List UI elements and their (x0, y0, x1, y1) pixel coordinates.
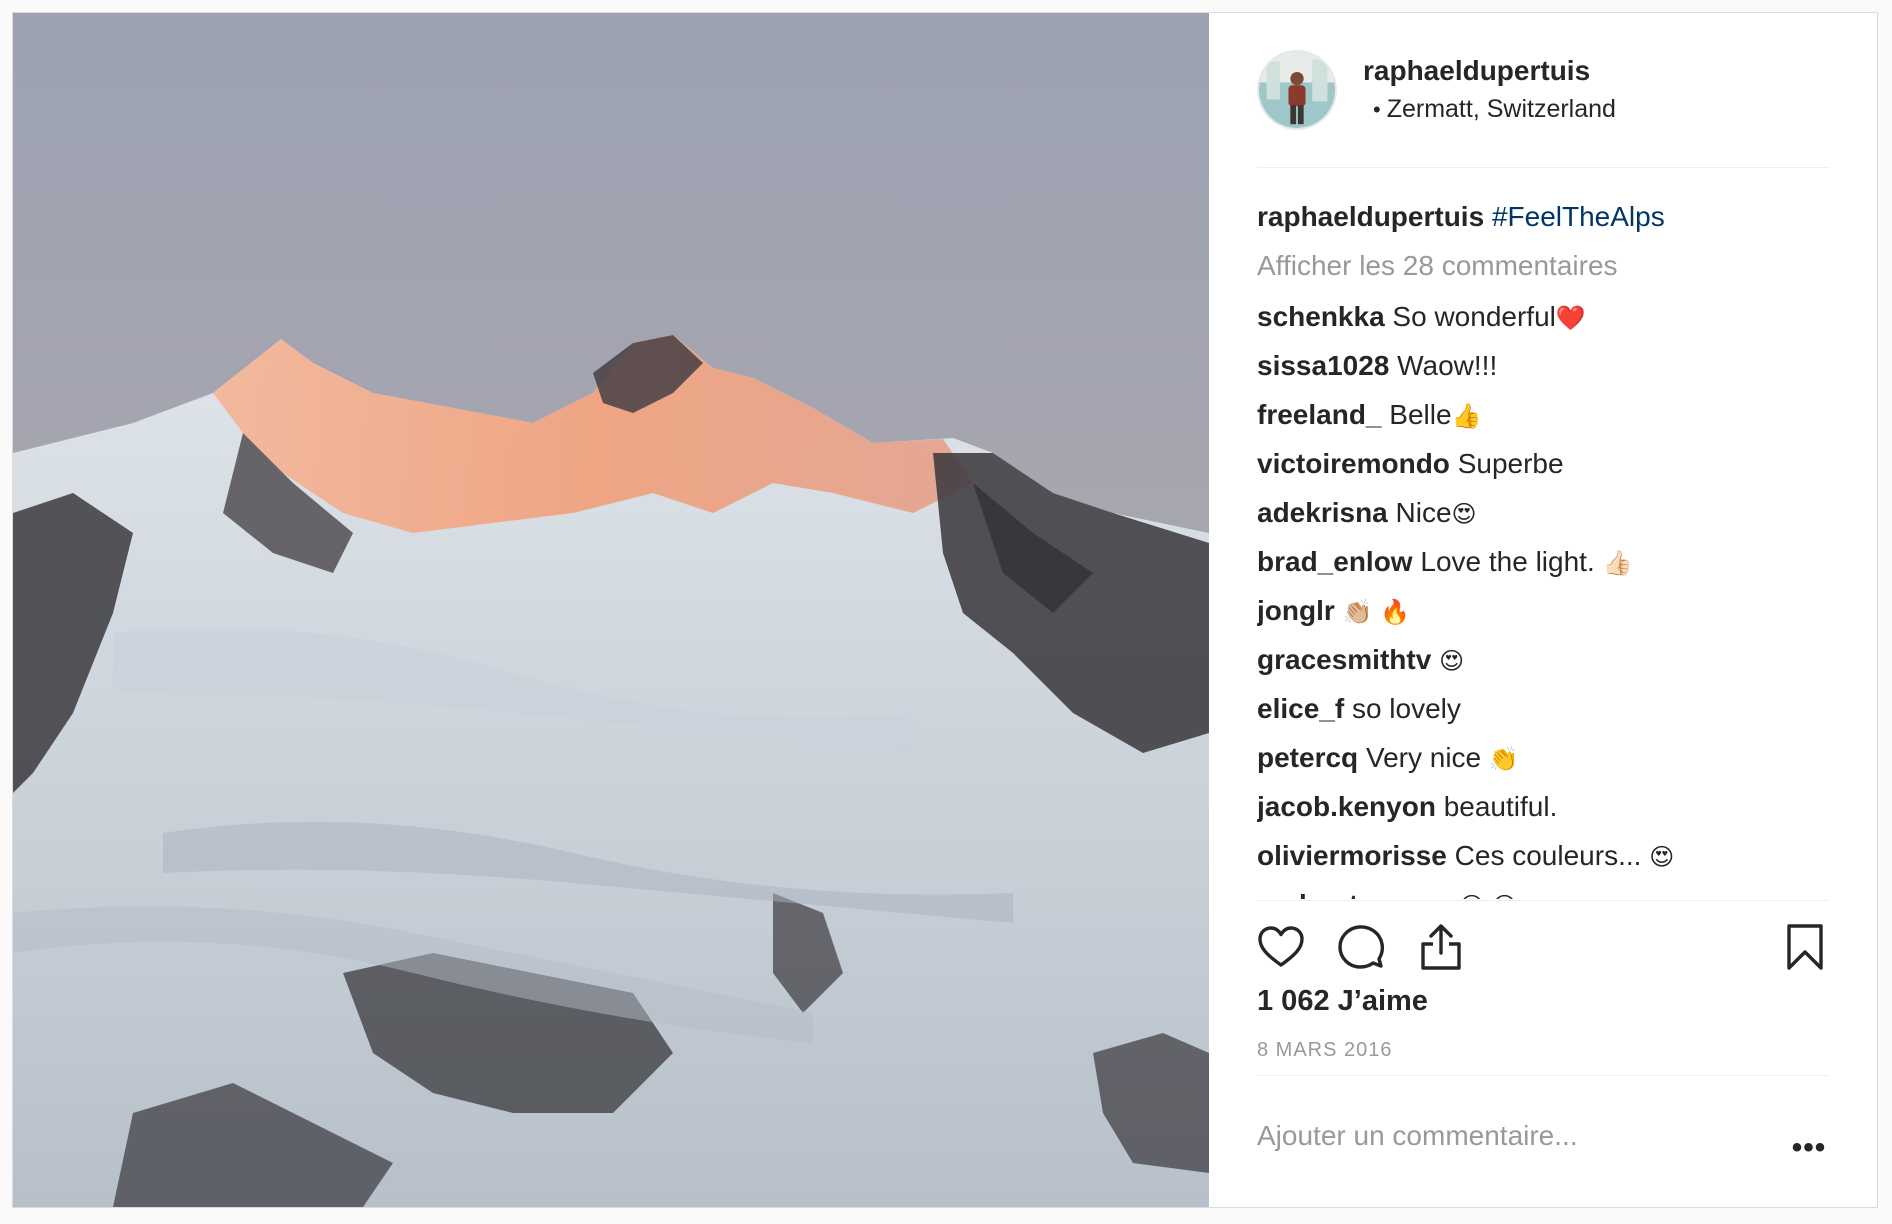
comment-username[interactable]: brad_enlow (1257, 546, 1413, 577)
like-count[interactable]: 1 062 J’aime (1257, 985, 1428, 1018)
person-avatar-icon (1259, 52, 1335, 128)
post-sidebar: raphaeldupertuis • Zermatt, Switzerland r… (1209, 13, 1877, 1207)
avatar[interactable] (1257, 50, 1337, 130)
more-options-button[interactable]: ••• (1789, 1133, 1829, 1163)
comments-list[interactable]: raphaeldupertuis #FeelTheAlps Afficher l… (1257, 193, 1829, 899)
share-icon (1421, 924, 1461, 970)
comment-emoji: 😍 😍 (1459, 892, 1517, 899)
comment-item: oliviermorisse Ces couleurs... 😍 (1257, 832, 1829, 881)
comment-item: adekrisna Nice😍 (1257, 489, 1829, 538)
comment-text: Ces couleurs... (1454, 840, 1642, 871)
mountain-photo (13, 13, 1209, 1207)
comment-item: petercq Very nice 👏 (1257, 734, 1829, 783)
ellipsis-icon: ••• (1791, 1131, 1827, 1164)
header-text: raphaeldupertuis • Zermatt, Switzerland (1363, 54, 1616, 127)
comment-emoji: ❤️ (1555, 304, 1586, 332)
comment-username[interactable]: victoiremondo (1257, 448, 1450, 479)
like-button[interactable] (1257, 923, 1305, 971)
comment-item: brad_enlow Love the light. 👍🏻 (1257, 538, 1829, 587)
post-date[interactable]: 8 MARS 2016 (1257, 1039, 1393, 1062)
comment-text: Superbe (1457, 448, 1564, 479)
comment-emoji: 😍 (1439, 647, 1465, 675)
comment-item: andrestummer 😍 😍 (1257, 881, 1829, 899)
comment-username[interactable]: adekrisna (1257, 497, 1388, 528)
add-comment-section: ••• (1257, 1075, 1829, 1208)
comment-text: Nice (1395, 497, 1452, 528)
comment-text: Belle (1389, 399, 1452, 430)
comment-item: jonglr 👏🏼 🔥 (1257, 587, 1829, 636)
comment-text: so lovely (1351, 693, 1461, 724)
comment-emoji: 😍 (1649, 843, 1675, 871)
comment-text: So wonderful (1392, 301, 1556, 332)
comment-item: jacob.kenyon beautiful. (1257, 783, 1829, 832)
comment-username[interactable]: schenkka (1257, 301, 1385, 332)
location-dot: • (1373, 96, 1381, 122)
location-link[interactable]: • Zermatt, Switzerland (1363, 92, 1616, 127)
save-button[interactable] (1781, 923, 1829, 971)
comment-username[interactable]: gracesmithtv (1257, 644, 1431, 675)
caption-username[interactable]: raphaeldupertuis (1257, 201, 1484, 232)
comment-username[interactable]: petercq (1257, 742, 1358, 773)
comment-username[interactable]: jonglr (1257, 595, 1335, 626)
heart-icon (1258, 926, 1304, 967)
comment-text: Very nice (1365, 742, 1482, 773)
comment-text: Waow!!! (1397, 350, 1498, 381)
hashtag-link[interactable]: #FeelTheAlps (1492, 201, 1665, 232)
comment-item: gracesmithtv 😍 (1257, 636, 1829, 685)
action-bar (1257, 900, 1829, 991)
post-photo[interactable] (13, 13, 1209, 1207)
comment-username[interactable]: jacob.kenyon (1257, 791, 1436, 822)
comment-emoji: 👏🏼 🔥 (1342, 598, 1410, 626)
comment-button[interactable] (1337, 923, 1385, 971)
comment-item: freeland_ Belle👍 (1257, 391, 1829, 440)
comment-username[interactable]: sissa1028 (1257, 350, 1389, 381)
comment-item: schenkka So wonderful❤️ (1257, 293, 1829, 342)
comment-username[interactable]: freeland_ (1257, 399, 1382, 430)
comment-emoji: 👍🏻 (1602, 549, 1633, 577)
author-username[interactable]: raphaeldupertuis (1363, 54, 1616, 88)
bookmark-icon (1787, 924, 1823, 970)
comment-username[interactable]: elice_f (1257, 693, 1344, 724)
post-header: raphaeldupertuis • Zermatt, Switzerland (1257, 13, 1829, 168)
comment-emoji: 👍 (1451, 402, 1482, 430)
comment-input[interactable] (1257, 1106, 1737, 1166)
comment-text: Love the light. (1420, 546, 1595, 577)
comment-item: victoiremondo Superbe (1257, 440, 1829, 489)
comment-text: beautiful. (1443, 791, 1558, 822)
comment-username[interactable]: oliviermorisse (1257, 840, 1447, 871)
location-label[interactable]: Zermatt, Switzerland (1387, 95, 1616, 123)
share-button[interactable] (1417, 923, 1465, 971)
view-all-comments-link[interactable]: Afficher les 28 commentaires (1257, 241, 1829, 291)
post-caption: raphaeldupertuis #FeelTheAlps (1257, 193, 1829, 241)
post-card: raphaeldupertuis • Zermatt, Switzerland r… (12, 12, 1878, 1208)
comment-bubble-icon (1338, 925, 1385, 969)
comment-username[interactable]: andrestummer (1257, 889, 1452, 899)
comment-emoji: 👏 (1488, 745, 1519, 773)
comment-item: elice_f so lovely (1257, 685, 1829, 734)
comment-emoji: 😍 (1451, 500, 1477, 528)
comment-item: sissa1028 Waow!!! (1257, 342, 1829, 391)
